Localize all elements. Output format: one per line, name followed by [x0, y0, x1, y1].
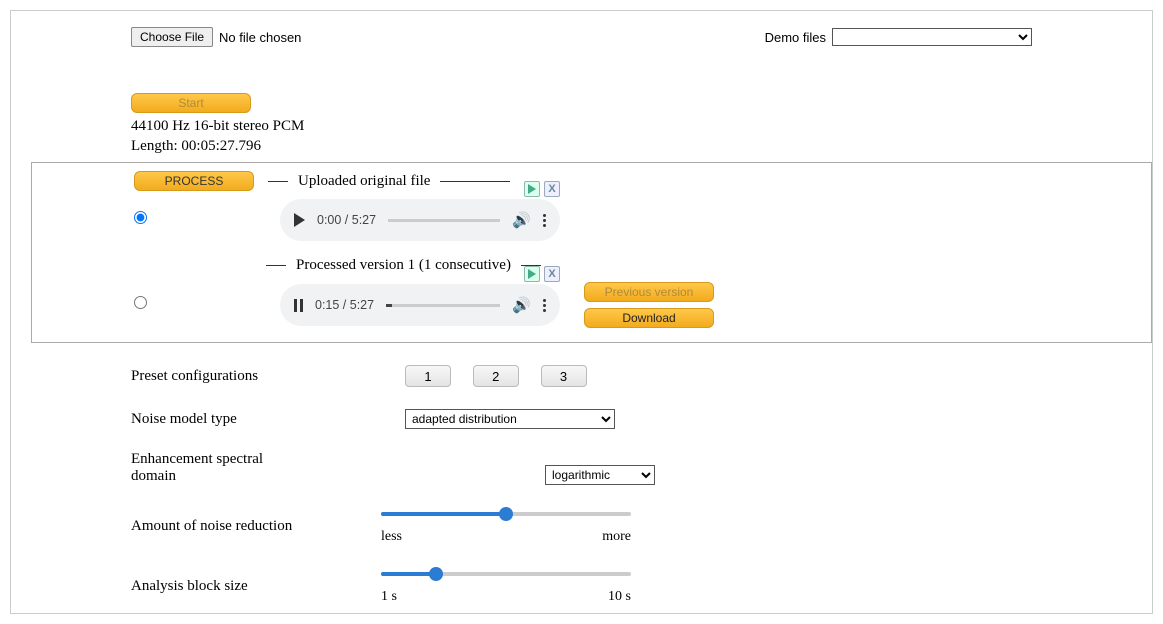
- audio-length-text: Length: 00:05:27.796: [131, 137, 1132, 157]
- choose-file-button[interactable]: Choose File: [131, 27, 213, 47]
- process-button[interactable]: PROCESS: [134, 171, 254, 191]
- volume-icon[interactable]: 🔊: [512, 211, 531, 229]
- processed-audio-player[interactable]: X 0:15 / 5:27 🔊: [280, 284, 560, 326]
- legend-line: [266, 265, 286, 266]
- spectral-domain-select[interactable]: logarithmic: [545, 465, 655, 485]
- player-corner-controls: X: [524, 181, 560, 197]
- processed-legend-text: Processed version 1 (1 consecutive): [296, 257, 511, 274]
- download-button[interactable]: Download: [584, 308, 714, 328]
- pause-icon[interactable]: [294, 299, 303, 312]
- preset-1-button[interactable]: 1: [405, 365, 451, 387]
- block-size-label: Analysis block size: [131, 578, 381, 595]
- processed-time-text: 0:15 / 5:27: [315, 298, 374, 312]
- player-panel: PROCESS Uploaded original file X: [31, 162, 1152, 343]
- original-audio-player[interactable]: X 0:00 / 5:27 🔊: [280, 199, 560, 241]
- original-track-radio[interactable]: [134, 211, 147, 224]
- play-icon[interactable]: [294, 213, 305, 227]
- popout-play-icon[interactable]: [524, 266, 540, 282]
- original-progress-bar[interactable]: [388, 219, 500, 222]
- slider-left-label: less: [381, 529, 402, 545]
- popout-close-icon[interactable]: X: [544, 181, 560, 197]
- slider-right-label: 10 s: [608, 589, 631, 605]
- slider-left-label: 1 s: [381, 589, 397, 605]
- demo-files-label: Demo files: [765, 30, 826, 45]
- audio-format-text: 44100 Hz 16-bit stereo PCM: [131, 117, 1132, 137]
- popout-close-icon[interactable]: X: [544, 266, 560, 282]
- original-time-text: 0:00 / 5:27: [317, 213, 376, 227]
- legend-line: [268, 181, 288, 182]
- start-button[interactable]: Start: [131, 93, 251, 113]
- legend-line: [440, 181, 510, 182]
- more-icon[interactable]: [543, 299, 546, 312]
- processed-progress-bar[interactable]: [386, 304, 500, 307]
- file-status-text: No file chosen: [219, 30, 301, 45]
- noise-model-select[interactable]: adapted distribution: [405, 409, 615, 429]
- popout-play-icon[interactable]: [524, 181, 540, 197]
- original-legend-text: Uploaded original file: [298, 173, 430, 190]
- player-corner-controls: X: [524, 266, 560, 282]
- preset-label: Preset configurations: [131, 368, 381, 385]
- demo-files-select[interactable]: [832, 28, 1032, 46]
- noise-reduction-label: Amount of noise reduction: [131, 518, 381, 535]
- noise-model-label: Noise model type: [131, 411, 381, 428]
- volume-icon[interactable]: 🔊: [512, 296, 531, 314]
- slider-right-label: more: [602, 529, 631, 545]
- preset-2-button[interactable]: 2: [473, 365, 519, 387]
- block-size-slider[interactable]: [381, 567, 631, 581]
- noise-reduction-slider[interactable]: [381, 507, 631, 521]
- more-icon[interactable]: [543, 214, 546, 227]
- previous-version-button[interactable]: Previous version: [584, 282, 714, 302]
- preset-3-button[interactable]: 3: [541, 365, 587, 387]
- file-chooser: Choose File No file chosen: [131, 27, 301, 47]
- processed-track-radio[interactable]: [134, 296, 147, 309]
- spectral-domain-label: Enhancement spectral domain: [131, 451, 297, 485]
